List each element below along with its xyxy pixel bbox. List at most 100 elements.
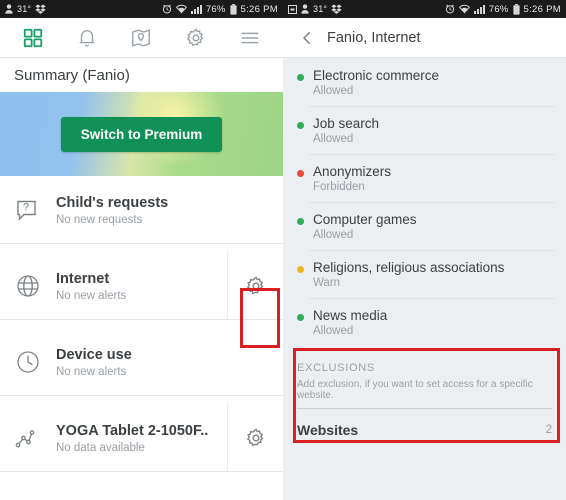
category-status: Allowed <box>313 325 354 337</box>
category-list: Electronic commerce Allowed Job search A… <box>283 58 566 346</box>
left-pane-summary: 31° 76% 5:26 PM Summary (Fanio) Switch t… <box>0 0 283 500</box>
category-name: Computer games <box>313 212 417 227</box>
summary-row-title: YOGA Tablet 2-1050F.. <box>56 422 209 439</box>
summary-page-title: Summary (Fanio) <box>0 58 283 92</box>
category-name: Job search <box>313 116 380 131</box>
globe-icon <box>14 272 56 300</box>
category-status: Allowed <box>313 229 354 241</box>
summary-row-text: YOGA Tablet 2-1050F.. No data available <box>56 422 227 454</box>
summary-row-subtitle: No new alerts <box>56 365 127 378</box>
exclusions-websites-row[interactable]: Websites 2 <box>283 409 566 454</box>
contact-icon <box>301 4 309 14</box>
category-text: Computer games Allowed <box>313 211 552 241</box>
category-name: Religions, religious associations <box>313 260 505 275</box>
summary-row-device-use[interactable]: Device use No new alerts <box>0 328 283 396</box>
switch-to-premium-button[interactable]: Switch to Premium <box>60 116 223 152</box>
internet-settings-gear-icon[interactable] <box>227 252 283 319</box>
alarm-icon <box>162 4 172 14</box>
category-status: Warn <box>313 277 341 289</box>
wifi-icon <box>175 4 187 14</box>
clock-label: 5:26 PM <box>240 3 278 15</box>
menu-hamburger-icon[interactable] <box>231 21 269 55</box>
status-bar-left-icons: 31° <box>5 4 162 14</box>
status-dot-forbidden <box>297 170 304 177</box>
status-dot-allowed <box>297 314 304 321</box>
app-toolbar <box>0 18 283 58</box>
alarm-icon <box>445 4 455 14</box>
exclusions-websites-label: Websites <box>297 422 359 438</box>
clock-label: 5:26 PM <box>523 3 561 15</box>
summary-list: ? Child's requests No new requests Inter… <box>0 176 283 472</box>
category-text: News media Allowed <box>313 307 552 337</box>
category-text: Anonymizers Forbidden <box>313 163 552 193</box>
category-name: News media <box>313 308 388 323</box>
category-row-job-search[interactable]: Job search Allowed <box>283 106 566 154</box>
summary-row-childs-requests[interactable]: ? Child's requests No new requests <box>0 176 283 244</box>
status-dot-allowed <box>297 122 304 129</box>
status-bar-right-icons: 76% 5:26 PM <box>162 3 278 15</box>
screenshot-icon <box>288 4 297 14</box>
category-status: Allowed <box>313 85 354 97</box>
internet-settings-header: Fanio, Internet <box>283 18 566 58</box>
category-row-news-media[interactable]: News media Allowed <box>283 298 566 346</box>
wifi-icon <box>458 4 470 14</box>
right-pane-internet-settings: 31° 76% 5:26 PM Fanio, Internet Electron… <box>283 0 566 500</box>
app-screen: 31° 76% 5:26 PM Summary (Fanio) Switch t… <box>0 0 566 500</box>
category-row-religions[interactable]: Religions, religious associations Warn <box>283 250 566 298</box>
summary-row-text: Internet No new alerts <box>56 270 227 302</box>
category-row-anonymizers[interactable]: Anonymizers Forbidden <box>283 154 566 202</box>
svg-text:?: ? <box>23 201 29 213</box>
category-row-electronic-commerce[interactable]: Electronic commerce Allowed <box>283 58 566 106</box>
battery-icon <box>229 3 237 15</box>
dropbox-icon <box>35 4 46 14</box>
status-dot-allowed <box>297 74 304 81</box>
temperature-label: 31° <box>313 4 328 14</box>
status-bar-left-icons: 31° <box>288 4 445 14</box>
summary-row-subtitle: No data available <box>56 441 145 454</box>
summary-row-text: Device use No new alerts <box>56 346 283 378</box>
status-bar-right: 31° 76% 5:26 PM <box>283 0 566 18</box>
exclusions-heading: EXCLUSIONS <box>297 362 375 374</box>
question-bubble-icon: ? <box>14 196 56 224</box>
clock-icon <box>14 348 56 376</box>
yoga-tablet-settings-gear-icon[interactable] <box>227 404 283 471</box>
status-bar-left: 31° 76% 5:26 PM <box>0 0 283 18</box>
map-location-icon[interactable] <box>122 21 160 55</box>
summary-row-internet[interactable]: Internet No new alerts <box>0 252 283 320</box>
signal-icon <box>190 4 202 14</box>
notifications-bell-icon[interactable] <box>68 21 106 55</box>
dashboard-icon[interactable] <box>14 21 52 55</box>
summary-row-yoga-tablet[interactable]: YOGA Tablet 2-1050F.. No data available <box>0 404 283 472</box>
summary-row-text: Child's requests No new requests <box>56 194 283 226</box>
category-text: Electronic commerce Allowed <box>313 67 552 97</box>
activity-graph-icon <box>14 424 56 452</box>
page-title: Fanio, Internet <box>327 29 421 46</box>
exclusions-websites-count: 2 <box>545 424 552 436</box>
category-status: Forbidden <box>313 181 365 193</box>
battery-icon <box>512 3 520 15</box>
category-text: Religions, religious associations Warn <box>313 259 552 289</box>
premium-banner: Switch to Premium <box>0 92 283 176</box>
category-status: Allowed <box>313 133 354 145</box>
exclusions-description: Add exclusion, if you want to set access… <box>297 379 552 409</box>
category-text: Job search Allowed <box>313 115 552 145</box>
category-name: Anonymizers <box>313 164 392 179</box>
contact-icon <box>5 4 13 14</box>
exclusions-section-wrapper: EXCLUSIONS Add exclusion, if you want to… <box>283 348 566 454</box>
summary-row-subtitle: No new alerts <box>56 289 127 302</box>
settings-gear-icon[interactable] <box>177 21 215 55</box>
summary-row-title: Device use <box>56 346 132 363</box>
category-row-computer-games[interactable]: Computer games Allowed <box>283 202 566 250</box>
chevron-left-icon[interactable] <box>293 24 321 52</box>
status-dot-warn <box>297 266 304 273</box>
battery-percent-label: 76% <box>488 3 509 15</box>
category-name: Electronic commerce <box>313 68 440 83</box>
summary-row-subtitle: No new requests <box>56 213 143 226</box>
summary-row-title: Internet <box>56 270 110 287</box>
temperature-label: 31° <box>17 4 32 14</box>
signal-icon <box>473 4 485 14</box>
summary-row-title: Child's requests <box>56 194 169 211</box>
battery-percent-label: 76% <box>205 3 226 15</box>
status-dot-allowed <box>297 218 304 225</box>
status-bar-right-icons: 76% 5:26 PM <box>445 3 561 15</box>
